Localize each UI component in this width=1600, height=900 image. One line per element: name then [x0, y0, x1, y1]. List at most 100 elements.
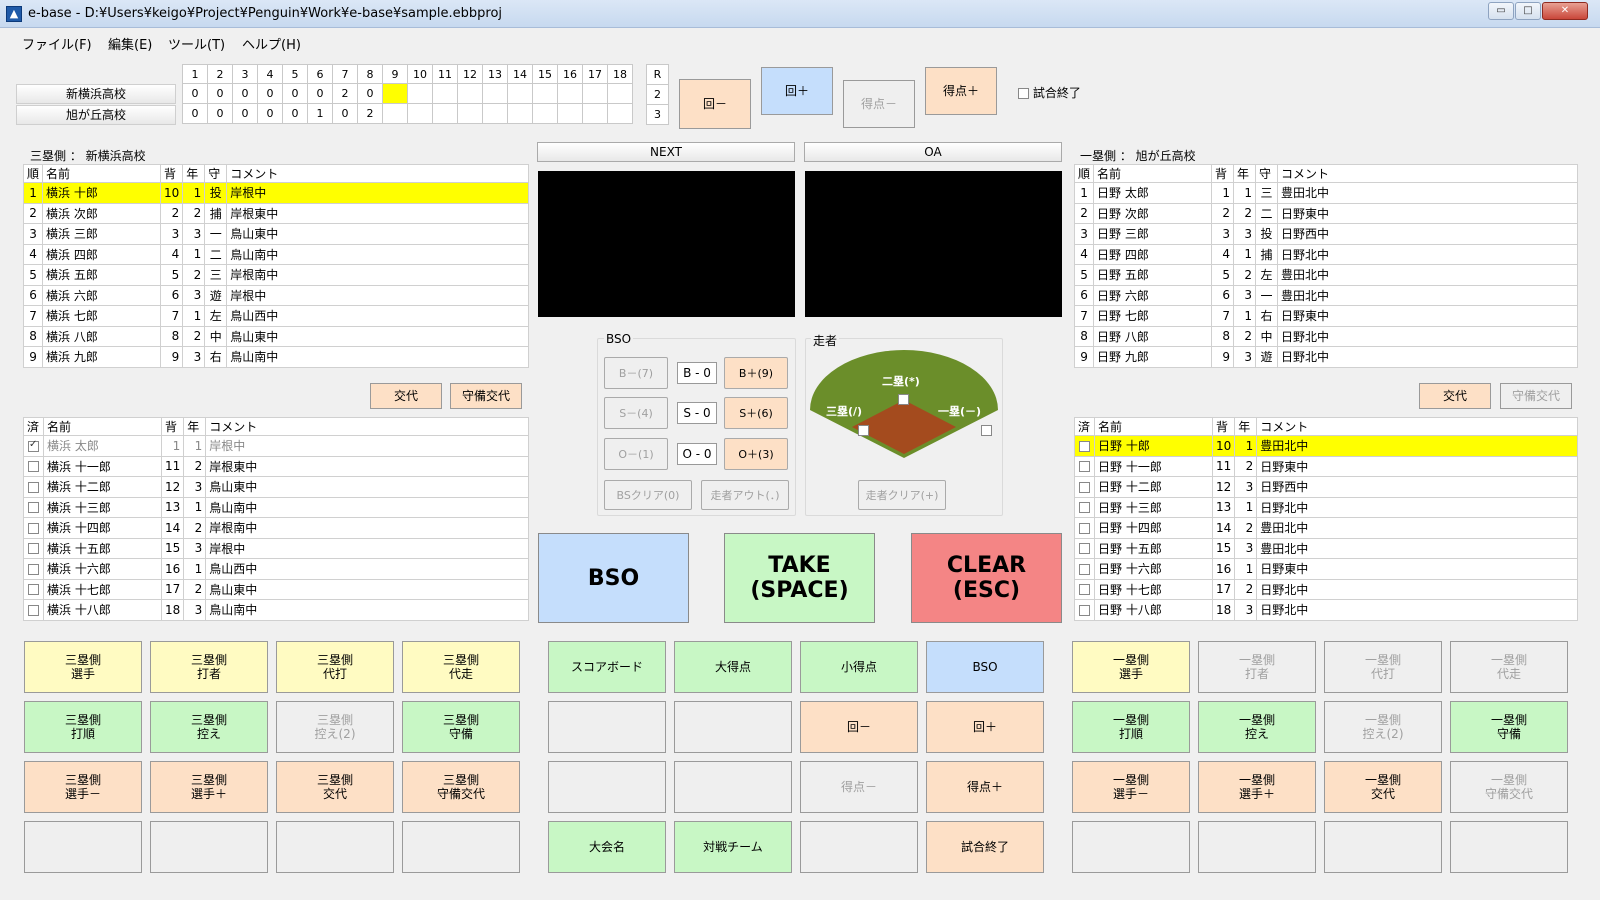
table-row[interactable]: 2 横浜 次郎 2 2 捕岸根東中: [22, 202, 529, 224]
inning-score-cell[interactable]: [582, 103, 608, 124]
menu-help[interactable]: ヘルプ(H): [242, 34, 301, 53]
menu-tools[interactable]: ツール(T): [168, 34, 225, 53]
right-grid-button[interactable]: 一塁側 選手＋: [1198, 761, 1316, 813]
used-checkbox-cell[interactable]: [1074, 496, 1095, 518]
table-row[interactable]: 日野 十一郎 11 2 日野東中: [1074, 455, 1578, 477]
right-def-sub-button[interactable]: 守備交代: [1500, 383, 1572, 409]
checkbox-icon[interactable]: [1079, 461, 1090, 473]
column-header[interactable]: 名前: [42, 164, 162, 183]
inning-score-cell[interactable]: [482, 83, 508, 104]
left-grid-button[interactable]: 三塁側 控え: [150, 701, 268, 753]
table-row[interactable]: 9 横浜 九郎 9 3 右鳥山南中: [22, 346, 529, 368]
used-checkbox-cell[interactable]: [1074, 578, 1095, 600]
center-grid-button[interactable]: 得点＋: [926, 761, 1044, 813]
table-row[interactable]: 横浜 十七郎 17 2 鳥山東中: [23, 578, 529, 600]
column-header[interactable]: 順: [22, 164, 44, 183]
inning-score-cell[interactable]: [557, 103, 583, 124]
right-grid-button[interactable]: [1072, 821, 1190, 873]
checkbox-icon[interactable]: [28, 522, 39, 534]
table-row[interactable]: 横浜 十四郎 14 2 岸根南中: [23, 517, 529, 539]
checkbox-icon[interactable]: [28, 563, 39, 575]
left-grid-button[interactable]: 三塁側 選手－: [24, 761, 142, 813]
inning-score-cell[interactable]: 0: [182, 103, 208, 124]
inning-score-cell[interactable]: 2: [332, 83, 358, 104]
table-row[interactable]: 3 日野 三郎 3 3 投日野西中: [1073, 223, 1578, 245]
center-grid-button[interactable]: [674, 701, 792, 753]
left-grid-button[interactable]: [150, 821, 268, 873]
table-row[interactable]: 2 日野 次郎 2 2 二日野東中: [1073, 202, 1578, 224]
checkbox-icon[interactable]: [1079, 584, 1090, 596]
right-grid-button[interactable]: 一塁側 守備交代: [1450, 761, 1568, 813]
table-row[interactable]: 5 横浜 五郎 5 2 三岸根南中: [22, 264, 529, 286]
table-row[interactable]: 4 日野 四郎 4 1 捕日野北中: [1073, 243, 1578, 265]
inning-score-cell[interactable]: 0: [207, 103, 233, 124]
inning-score-cell[interactable]: [557, 83, 583, 104]
right-grid-button[interactable]: 一塁側 控え: [1198, 701, 1316, 753]
column-header[interactable]: 背: [160, 164, 184, 183]
used-checkbox-cell[interactable]: [23, 599, 44, 621]
inning-score-cell[interactable]: [382, 83, 408, 104]
inning-score-cell[interactable]: 0: [282, 103, 308, 124]
column-header[interactable]: 背: [1211, 417, 1236, 436]
table-row[interactable]: 日野 十三郎 13 1 日野北中: [1074, 496, 1578, 518]
table-row[interactable]: 日野 十五郎 15 3 豊田北中: [1074, 537, 1578, 559]
runner-clear-button[interactable]: 走者クリア(+): [858, 480, 946, 510]
inning-score-cell[interactable]: 1: [307, 103, 333, 124]
right-grid-button[interactable]: 一塁側 控え(2): [1324, 701, 1442, 753]
table-row[interactable]: 9 日野 九郎 9 3 遊日野北中: [1073, 346, 1578, 368]
column-header[interactable]: 順: [1073, 164, 1095, 183]
inning-score-cell[interactable]: 0: [257, 103, 283, 124]
inning-score-cell[interactable]: 2: [357, 103, 383, 124]
out-minus-button[interactable]: O－(1): [604, 438, 668, 470]
used-checkbox-cell[interactable]: [23, 435, 44, 457]
used-checkbox-cell[interactable]: [1074, 435, 1095, 457]
right-grid-button[interactable]: 一塁側 選手: [1072, 641, 1190, 693]
column-header[interactable]: 名前: [1093, 164, 1213, 183]
table-row[interactable]: 4 横浜 四郎 4 1 二鳥山南中: [22, 243, 529, 265]
center-grid-button[interactable]: 大会名: [548, 821, 666, 873]
table-row[interactable]: 6 日野 六郎 6 3 一豊田北中: [1073, 284, 1578, 306]
game-end-checkbox[interactable]: 試合終了: [1018, 84, 1081, 101]
checkbox-icon[interactable]: [1079, 563, 1090, 575]
menu-file[interactable]: ファイル(F): [22, 34, 92, 53]
table-row[interactable]: 横浜 太郎11岸根中: [23, 435, 529, 457]
checkbox-icon[interactable]: [28, 481, 39, 493]
checkbox-icon[interactable]: [1079, 440, 1090, 452]
strike-minus-button[interactable]: S－(4): [604, 397, 668, 429]
used-checkbox-cell[interactable]: [23, 496, 44, 518]
table-row[interactable]: 8 横浜 八郎 8 2 中鳥山東中: [22, 325, 529, 347]
take-button[interactable]: TAKE (SPACE): [724, 533, 875, 623]
inning-score-cell[interactable]: [507, 103, 533, 124]
table-row[interactable]: 日野 十七郎 17 2 日野北中: [1074, 578, 1578, 600]
center-grid-button[interactable]: 回－: [800, 701, 918, 753]
used-checkbox-cell[interactable]: [23, 558, 44, 580]
table-row[interactable]: 7 日野 七郎 7 1 右日野東中: [1073, 305, 1578, 327]
right-grid-button[interactable]: [1450, 821, 1568, 873]
used-checkbox-cell[interactable]: [1074, 599, 1095, 621]
table-row[interactable]: 横浜 十六郎 16 1 鳥山西中: [23, 558, 529, 580]
inning-score-cell[interactable]: [382, 103, 408, 124]
column-header[interactable]: 年: [182, 164, 206, 183]
table-row[interactable]: 横浜 十五郎 15 3 岸根中: [23, 537, 529, 559]
checkbox-icon[interactable]: [1079, 543, 1090, 555]
column-header[interactable]: コメント: [205, 417, 529, 436]
score-minus-button[interactable]: 得点－: [843, 80, 915, 128]
checkbox-icon[interactable]: [1079, 481, 1090, 493]
used-checkbox-cell[interactable]: [23, 476, 44, 498]
left-grid-button[interactable]: 三塁側 守備: [402, 701, 520, 753]
ball-minus-button[interactable]: B－(7): [604, 357, 668, 389]
column-header[interactable]: 名前: [1094, 417, 1213, 436]
table-row[interactable]: 日野 十四郎 14 2 豊田北中: [1074, 517, 1578, 539]
center-grid-button[interactable]: 試合終了: [926, 821, 1044, 873]
inning-score-cell[interactable]: 0: [357, 83, 383, 104]
minimize-button[interactable]: ▭: [1488, 2, 1514, 20]
inning-score-cell[interactable]: [607, 103, 633, 124]
used-checkbox-cell[interactable]: [1074, 517, 1095, 539]
column-header[interactable]: 済: [23, 417, 44, 436]
inning-score-cell[interactable]: [482, 103, 508, 124]
checkbox-icon[interactable]: [1079, 604, 1090, 616]
column-header[interactable]: 済: [1074, 417, 1095, 436]
bso-main-button[interactable]: BSO: [538, 533, 689, 623]
table-row[interactable]: 7 横浜 七郎 7 1 左鳥山西中: [22, 305, 529, 327]
right-grid-button[interactable]: [1198, 821, 1316, 873]
